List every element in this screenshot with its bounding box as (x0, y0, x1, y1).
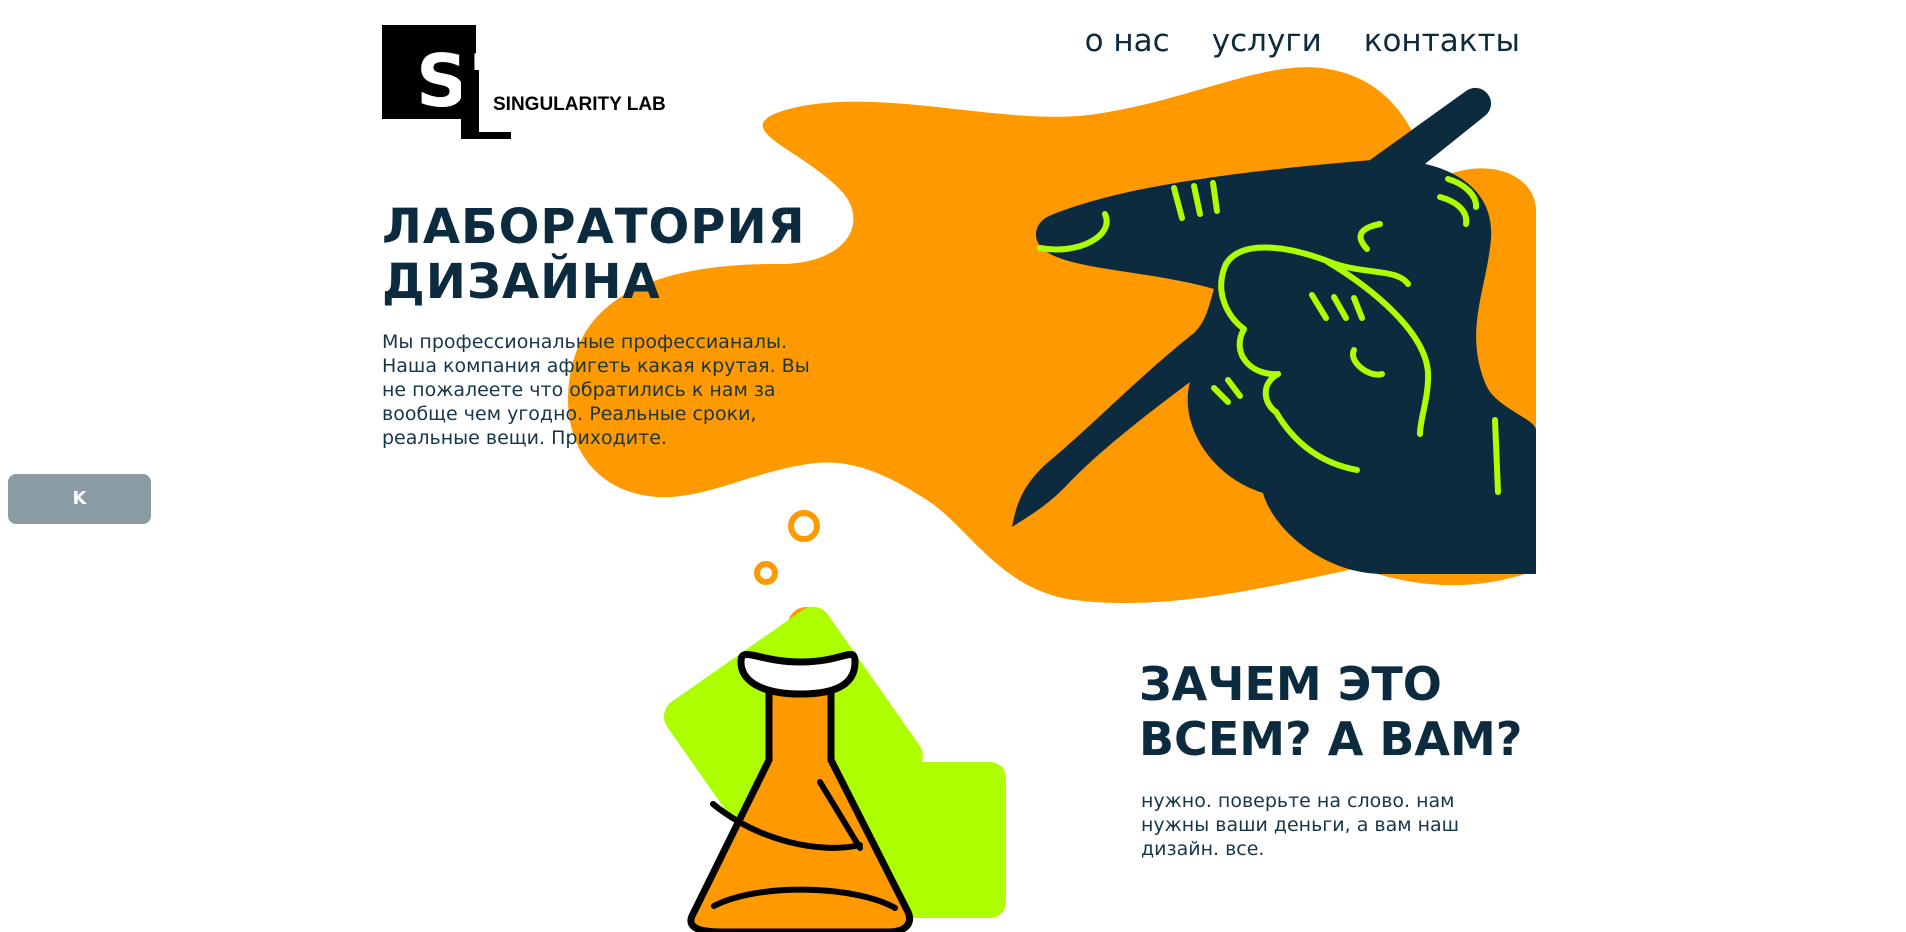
hero-description: Мы профессиональные профессианалы. Наша … (382, 331, 810, 449)
background-illustrations (568, 67, 1537, 932)
top-navigation: о нас услуги контакты (1085, 26, 1520, 57)
side-widget-icon: K (72, 488, 87, 509)
logo-line-horizontal (461, 132, 511, 139)
section-description: нужно. поверьте на слово. нам нужны ваши… (1141, 790, 1460, 860)
nav-link-about[interactable]: о нас (1085, 26, 1170, 57)
section-title: ЗАЧЕМ ЭТО ВСЕМ? А ВАМ? (1139, 657, 1523, 766)
logo-line-vertical (461, 70, 479, 139)
nav-link-contacts[interactable]: контакты (1364, 26, 1520, 57)
hero-title: ЛАБОРАТОРИЯ ДИЗАЙНА (382, 199, 806, 310)
brand-logo[interactable]: SL SINGULARITY LAB (382, 25, 666, 139)
side-widget-button[interactable]: K (8, 474, 151, 524)
nav-link-services[interactable]: услуги (1212, 26, 1322, 57)
brand-name: SINGULARITY LAB (493, 94, 666, 115)
landing-page: SL SINGULARITY LAB о нас услуги контакты… (0, 0, 1906, 932)
